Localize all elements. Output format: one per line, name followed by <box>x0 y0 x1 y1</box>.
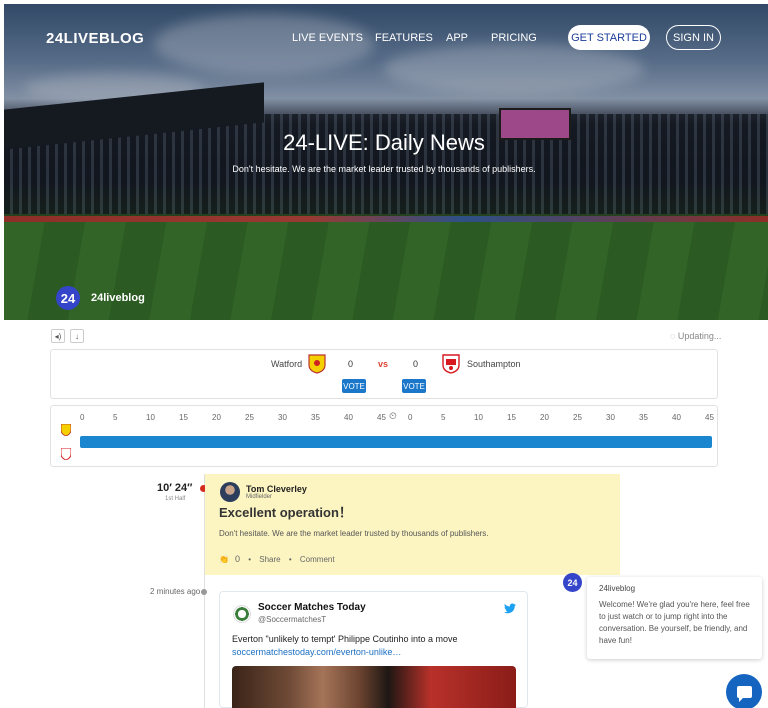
arrow-down-icon[interactable]: ↓ <box>70 329 84 343</box>
timeline-tick-label: 45 <box>705 413 714 422</box>
timeline-tick-label: 10 <box>474 413 483 422</box>
chat-open-button[interactable] <box>726 674 762 708</box>
avatar <box>220 482 240 502</box>
nav-live-events[interactable]: LIVE EVENTS <box>292 32 363 44</box>
tweet-avatar <box>233 605 251 623</box>
timeline-tick-label: 10 <box>146 413 155 422</box>
watford-crest-icon <box>308 354 326 374</box>
tweet-author-name[interactable]: Soccer Matches Today <box>258 602 366 613</box>
chat-message: Welcome! We're glad you're here, feel fr… <box>599 600 750 645</box>
post-period: 1st Half <box>165 496 186 502</box>
watford-mini-crest-icon <box>61 424 71 436</box>
comment-link[interactable]: Comment <box>300 555 335 564</box>
like-count: 0 <box>234 554 240 564</box>
timeline-tick-label: 15 <box>179 413 188 422</box>
home-score: 0 <box>348 359 354 369</box>
timeline-tick-label: 35 <box>639 413 648 422</box>
page-title: 24-LIVE: Daily News <box>283 130 485 155</box>
away-team-name: Southampton <box>467 359 521 369</box>
twitter-bird-icon[interactable] <box>504 603 516 614</box>
tweet-author-handle[interactable]: @SoccermatchesT <box>258 615 326 624</box>
hero-banner <box>4 4 768 320</box>
brand-avatar: 24 <box>56 286 80 310</box>
timeline-tick-label: 30 <box>278 413 287 422</box>
timeline-tick-label: 0 <box>408 413 413 422</box>
vote-home-button[interactable]: VOTE <box>342 379 366 393</box>
post-author-role: Midfielder <box>246 494 273 500</box>
vote-away-button[interactable]: VOTE <box>402 379 426 393</box>
nav-features[interactable]: FEATURES <box>375 32 433 44</box>
timeline-tick-label: 35 <box>311 413 320 422</box>
scoreboard <box>50 349 718 399</box>
chat-avatar: 24 <box>563 573 582 592</box>
timeline-tick-label: 20 <box>212 413 221 422</box>
versus-label: vs <box>378 359 389 369</box>
share-link[interactable]: Share <box>259 555 280 564</box>
brand-name: 24liveblog <box>91 292 145 304</box>
timeline-tick-label: 0 <box>80 413 85 422</box>
timeline-tick-label: 30 <box>606 413 615 422</box>
tweet-image[interactable] <box>232 666 516 708</box>
southampton-crest-icon <box>442 354 460 374</box>
site-logo[interactable]: 24LIVEBLOG <box>46 30 144 47</box>
sign-in-button[interactable]: SIGN IN <box>666 25 721 50</box>
timeline-progress-bar[interactable] <box>80 436 712 448</box>
post-title: Excellent operation！ <box>219 505 352 520</box>
post-body: Don't hesitate. We are the market leader… <box>219 529 489 538</box>
tweet-text: Everton "unlikely to tempt' Philippe Cou… <box>232 634 458 644</box>
chat-sender: 24liveblog <box>599 584 636 593</box>
timeline-tick-label: 40 <box>672 413 681 422</box>
southampton-mini-crest-icon <box>61 448 71 460</box>
tweet-link[interactable]: soccermatchestoday.com/everton-unlike… <box>232 647 401 657</box>
timeline-tick-label: 40 <box>344 413 353 422</box>
timeline-tick-label: 25 <box>245 413 254 422</box>
timeline-tick-label: 15 <box>507 413 516 422</box>
clap-icon[interactable]: 👏 <box>219 555 229 564</box>
timeline-tick-label: 45 <box>377 413 386 422</box>
away-score: 0 <box>413 359 419 369</box>
nav-app[interactable]: APP <box>446 32 468 44</box>
speaker-icon[interactable]: ◂) <box>51 329 65 343</box>
post-actions: 👏 0 • Share • Comment <box>219 554 335 564</box>
post-time: 10′ 24″ <box>157 482 193 494</box>
timeline-tick-label: 20 <box>540 413 549 422</box>
timeline-tick-label: 25 <box>573 413 582 422</box>
tweet-timestamp: 2 minutes ago <box>150 587 201 596</box>
update-status: ◌ Updating... <box>670 331 722 341</box>
timeline-dot <box>201 589 207 595</box>
timeline-tick-label: 5 <box>113 413 118 422</box>
chat-bubble-icon <box>736 686 752 702</box>
post-author[interactable]: Tom Cleverley <box>246 484 307 494</box>
home-team-name: Watford <box>271 359 303 369</box>
page-subtitle: Don't hesitate. We are the market leader… <box>232 164 536 174</box>
half-time-icon: ⏲ <box>389 411 397 422</box>
timeline-tick-label: 5 <box>441 413 446 422</box>
nav-pricing[interactable]: PRICING <box>491 32 537 44</box>
get-started-button[interactable]: GET STARTED <box>568 25 650 50</box>
